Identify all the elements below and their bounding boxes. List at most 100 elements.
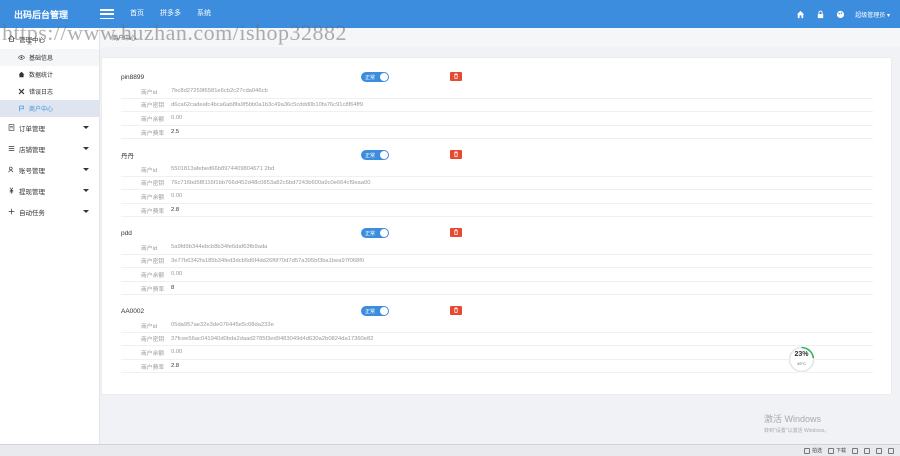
sidebar-item-basic-info[interactable]: 基础信息 xyxy=(0,49,99,66)
caret-down-icon xyxy=(83,189,89,192)
sidebar-item-error-log[interactable]: 错误日志 xyxy=(0,83,99,100)
taskbar-item[interactable]: 拍选 xyxy=(803,447,822,454)
merchant-rate-row: 商户费率 2.8 xyxy=(121,204,873,218)
sidebar-item-label: 基础信息 xyxy=(29,56,54,62)
lock-icon[interactable] xyxy=(815,9,825,19)
merchant-rate-row: 商户费率 2.5 xyxy=(121,126,873,140)
field-label: 商户密钥 xyxy=(141,337,165,344)
merchant-balance-row: 商户余额 0.00 xyxy=(121,268,873,282)
caret-down-icon xyxy=(83,126,89,129)
tray-icon[interactable] xyxy=(876,447,882,454)
sidebar-item-label: 商户中心 xyxy=(29,107,54,113)
taskbar-label: 下载 xyxy=(835,448,846,454)
merchant-secret-row: 商户密钥 3e77b6342fa185b34fed3dcb5d6f4dd26f6f… xyxy=(121,255,873,269)
sidebar-group-label: 店铺管理 xyxy=(19,146,45,154)
merchant-id-row: 商户id 7bc8d27259f6581e6cb2c27cda046cb xyxy=(121,85,873,99)
field-label: 商户id xyxy=(141,245,158,252)
field-value: 76c716bd5f8116f1bb766d452d48c0853a82c6bd… xyxy=(171,179,371,186)
field-value: 2.5 xyxy=(171,129,180,136)
delete-button[interactable] xyxy=(450,150,462,159)
merchant-id-row: 商户id 5a9fd9b344ebcb8b34fe6daf63fb9ada xyxy=(121,241,873,255)
merchant-rate-row: 商户费率 8 xyxy=(121,282,873,296)
palette-icon[interactable] xyxy=(835,9,845,19)
home-icon[interactable] xyxy=(795,9,805,19)
field-label: 商户费率 xyxy=(141,130,165,137)
top-bar: 出码后台管理 首页 拼多多 系统 超级管理员 ▾ xyxy=(0,0,900,28)
delete-button[interactable] xyxy=(450,228,462,237)
menu-toggle-icon[interactable] xyxy=(100,9,114,19)
nav-home[interactable]: 首页 xyxy=(122,0,152,28)
sidebar-item-stats[interactable]: 数据统计 xyxy=(0,66,99,83)
tray-icon[interactable] xyxy=(888,447,894,454)
field-value: 05da957ae32e3de076445e5c08da233e xyxy=(171,322,274,329)
list-icon xyxy=(8,124,16,131)
status-label: 正常 xyxy=(365,308,376,315)
performance-badge[interactable]: 23% 49°C xyxy=(788,346,815,373)
merchant-balance-row: 商户余额 0.00 xyxy=(121,112,873,126)
delete-button[interactable] xyxy=(450,72,462,81)
field-label: 商户余额 xyxy=(141,272,165,279)
sidebar-group-auto-task[interactable]: 自动任务 xyxy=(0,201,99,222)
sidebar-group-label: 账号管理 xyxy=(19,167,45,175)
status-toggle[interactable]: 正常 xyxy=(361,228,389,238)
field-value: 0.00 xyxy=(171,115,183,122)
status-toggle[interactable]: 正常 xyxy=(361,72,389,82)
flag-icon xyxy=(18,105,26,112)
taskbar-label: 拍选 xyxy=(811,448,822,454)
merchant-balance-row: 商户余额 0.00 xyxy=(121,190,873,204)
sidebar-group-label: 提现管理 xyxy=(19,188,45,196)
activation-title: 激活 Windows xyxy=(764,414,822,424)
field-value: 2.8 xyxy=(171,207,180,214)
field-label: 商户id xyxy=(141,167,158,174)
field-label: 商户密钥 xyxy=(141,181,165,188)
taskbar-item[interactable]: 下载 xyxy=(827,447,846,454)
status-label: 正常 xyxy=(365,74,376,81)
field-label: 商户密钥 xyxy=(141,103,165,110)
merchant-name: AA0002 xyxy=(121,307,145,315)
merchant-id-row: 商户id 5501813afebed66b8974409804671 2bd xyxy=(121,163,873,177)
status-toggle[interactable]: 正常 xyxy=(361,150,389,160)
caret-down-icon xyxy=(83,147,89,150)
field-value: d6ca62cadeafc4bca6ab8fa9f5bb0a1b3c49a36c… xyxy=(171,101,364,108)
merchant-balance-row: 商户余额 0.00 xyxy=(121,346,873,360)
field-value: 8 xyxy=(171,285,175,292)
tray-icon[interactable] xyxy=(852,447,858,454)
home-icon xyxy=(18,71,26,78)
field-label: 商户余额 xyxy=(141,194,165,201)
tab-strip: 商户中心 xyxy=(100,28,900,47)
taskbar: 拍选 下载 xyxy=(0,444,900,456)
user-name: 超级管理员 xyxy=(855,12,886,19)
nav-pdd[interactable]: 拼多多 xyxy=(152,0,189,28)
windows-activation-notice: 激活 Windows 转到"设置"以激活 Windows。 xyxy=(764,412,829,434)
user-menu[interactable]: 超级管理员 ▾ xyxy=(855,10,890,19)
sidebar-group-accounts[interactable]: 账号管理 xyxy=(0,159,99,180)
sidebar-group-stores[interactable]: 店铺管理 xyxy=(0,138,99,159)
field-value: 5501813afebed66b8974409804671 2bd xyxy=(171,166,275,173)
delete-button[interactable] xyxy=(450,306,462,315)
trash-icon xyxy=(453,151,459,159)
sidebar-item-label: 错误日志 xyxy=(29,90,54,96)
merchant-list-panel: pin8899 正常 商户id 7bc8d27259f6581e6cb2c27cd… xyxy=(101,57,892,395)
sidebar-group-orders[interactable]: 订单管理 xyxy=(0,117,99,138)
sidebar-item-merchant-center[interactable]: 商户中心 xyxy=(0,100,99,117)
status-toggle[interactable]: 正常 xyxy=(361,306,389,316)
merchant-card: 丹丹 正常 商户id 5501813afebed66b8974409804671 … xyxy=(121,148,873,218)
field-label: 商户id xyxy=(141,323,158,330)
field-value: 7bc8d27259f6581e6cb2c27cda046cb xyxy=(171,88,268,95)
merchant-card: pdd 正常 商户id 5a9fd9b344ebcb8b34fe6daf63fb9… xyxy=(121,226,873,296)
tab-merchant-center[interactable]: 商户中心 xyxy=(112,33,136,42)
activation-sub: 转到"设置"以激活 Windows。 xyxy=(764,428,830,434)
field-value: 2.8 xyxy=(171,363,180,370)
sidebar-group-label: 管理中心 xyxy=(19,36,45,44)
status-label: 正常 xyxy=(365,152,376,159)
sidebar-group-label: 订单管理 xyxy=(19,125,45,133)
sidebar-group-management[interactable]: 管理中心 xyxy=(0,28,99,49)
tray-icon[interactable] xyxy=(864,447,870,454)
merchant-card: pin8899 正常 商户id 7bc8d27259f6581e6cb2c27cd… xyxy=(121,70,873,140)
nav-system[interactable]: 系统 xyxy=(189,0,219,28)
field-value: 0.00 xyxy=(171,193,183,200)
caret-down-icon xyxy=(83,210,89,213)
trash-icon xyxy=(453,229,459,237)
sidebar-group-withdraw[interactable]: 提现管理 xyxy=(0,180,99,201)
app-icon xyxy=(803,447,810,454)
